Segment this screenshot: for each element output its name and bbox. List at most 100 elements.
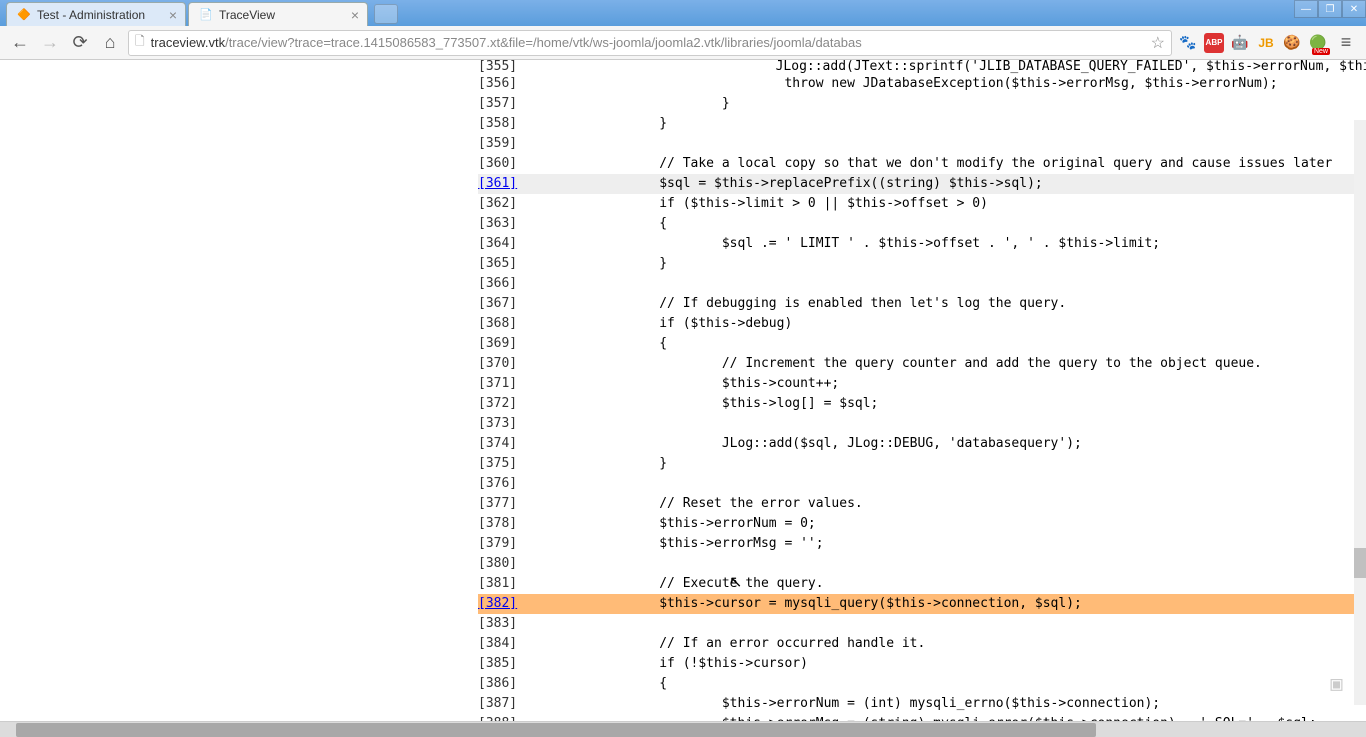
code-line: [358] } (478, 114, 1366, 134)
tab-traceview[interactable]: 📄 TraceView × (188, 2, 368, 26)
code-text: $this->errorMsg = ''; (534, 534, 824, 554)
code-line: [383] (478, 614, 1366, 634)
code-line: [355] JLog::add(JText::sprintf('JLIB_DAT… (478, 60, 1366, 74)
line-number: [373] (478, 414, 534, 434)
code-text: if ($this->debug) (534, 314, 792, 334)
menu-button[interactable]: ≡ (1334, 31, 1358, 55)
android-extension-icon[interactable]: 🤖 (1230, 33, 1250, 53)
code-text: // If debugging is enabled then let's lo… (534, 294, 1066, 314)
line-number: [356] (478, 74, 534, 94)
line-number: [369] (478, 334, 534, 354)
extension-icon[interactable]: 🐾 (1178, 33, 1198, 53)
code-text: // Execute the query. (534, 574, 824, 594)
code-line: [375] } (478, 454, 1366, 474)
line-number: [368] (478, 314, 534, 334)
close-icon[interactable]: × (351, 7, 359, 23)
line-number: [362] (478, 194, 534, 214)
cookie-extension-icon[interactable]: 🍪 (1282, 33, 1302, 53)
line-number: [387] (478, 694, 534, 714)
code-text: $sql = $this->replacePrefix((string) $th… (534, 174, 1043, 194)
scrollbar-thumb[interactable] (1354, 548, 1366, 578)
code-line: [369] { (478, 334, 1366, 354)
code-text: JLog::add($sql, JLog::DEBUG, 'databasequ… (534, 434, 1082, 454)
code-text: // Take a local copy so that we don't mo… (534, 154, 1332, 174)
line-number[interactable]: [361] (478, 174, 534, 194)
tab-title: Test - Administration (37, 8, 145, 22)
code-text: { (534, 334, 667, 354)
home-button[interactable]: ⌂ (98, 31, 122, 55)
abp-extension-icon[interactable]: ABP (1204, 33, 1224, 53)
code-line: [363] { (478, 214, 1366, 234)
line-number: [363] (478, 214, 534, 234)
line-number: [372] (478, 394, 534, 414)
code-line: [364] $sql .= ' LIMIT ' . $this->offset … (478, 234, 1366, 254)
line-number: [364] (478, 234, 534, 254)
code-line: [374] JLog::add($sql, JLog::DEBUG, 'data… (478, 434, 1366, 454)
line-number: [384] (478, 634, 534, 654)
joomla-favicon: 🔶 (17, 8, 31, 22)
url-text: traceview.vtk/trace/view?trace=trace.141… (151, 35, 1147, 50)
reload-button[interactable]: ⟳ (68, 31, 92, 55)
code-line: [382] $this->cursor = mysqli_query($this… (478, 594, 1366, 614)
code-text: $sql .= ' LIMIT ' . $this->offset . ', '… (534, 234, 1160, 254)
line-number: [371] (478, 374, 534, 394)
vertical-scrollbar[interactable] (1354, 120, 1366, 705)
window-controls: — ❐ ✕ (1294, 0, 1366, 18)
maximize-button[interactable]: ❐ (1318, 0, 1342, 18)
code-text: } (534, 114, 667, 134)
forward-button[interactable]: → (38, 31, 62, 55)
line-number: [381] (478, 574, 534, 594)
line-number: [359] (478, 134, 534, 154)
code-line: [385] if (!$this->cursor) (478, 654, 1366, 674)
code-line: [368] if ($this->debug) (478, 314, 1366, 334)
close-button[interactable]: ✕ (1342, 0, 1366, 18)
code-text: $this->cursor = mysqli_query($this->conn… (534, 594, 1082, 614)
code-text: $this->errorNum = (int) mysqli_errno($th… (534, 694, 1160, 714)
scrollbar-thumb[interactable] (16, 723, 1096, 737)
line-number: [376] (478, 474, 534, 494)
line-number: [378] (478, 514, 534, 534)
code-line: [380] (478, 554, 1366, 574)
code-line: [372] $this->log[] = $sql; (478, 394, 1366, 414)
code-line: [361] $sql = $this->replacePrefix((strin… (478, 174, 1366, 194)
line-number[interactable]: [382] (478, 594, 534, 614)
code-line: [384] // If an error occurred handle it. (478, 634, 1366, 654)
code-line: [376] (478, 474, 1366, 494)
code-text: $this->errorMsg = (string) mysqli_error(… (534, 714, 1317, 721)
back-button[interactable]: ← (8, 31, 32, 55)
code-line: [379] $this->errorMsg = ''; (478, 534, 1366, 554)
line-number: [370] (478, 354, 534, 374)
address-bar[interactable]: 🗋 traceview.vtk/trace/view?trace=trace.1… (128, 30, 1172, 56)
code-line: [359] (478, 134, 1366, 154)
line-number: [367] (478, 294, 534, 314)
bookmark-icon[interactable]: ☆ (1151, 33, 1165, 53)
line-number: [377] (478, 494, 534, 514)
code-line: [373] (478, 414, 1366, 434)
code-line: [370] // Increment the query counter and… (478, 354, 1366, 374)
code-text: } (534, 254, 667, 274)
line-number: [379] (478, 534, 534, 554)
page-content: [355] JLog::add(JText::sprintf('JLIB_DAT… (0, 60, 1366, 721)
code-line: [386] { (478, 674, 1366, 694)
line-number: [358] (478, 114, 534, 134)
minimize-button[interactable]: — (1294, 0, 1318, 18)
line-number: [374] (478, 434, 534, 454)
code-line: [365] } (478, 254, 1366, 274)
horizontal-scrollbar[interactable] (0, 721, 1366, 737)
code-line: [371] $this->count++; (478, 374, 1366, 394)
line-number: [386] (478, 674, 534, 694)
line-number: [365] (478, 254, 534, 274)
tab-test-administration[interactable]: 🔶 Test - Administration × (6, 2, 186, 26)
code-line: [357] } (478, 94, 1366, 114)
jb-extension-icon[interactable]: JB (1256, 33, 1276, 53)
page-favicon: 📄 (199, 8, 213, 22)
line-number: [375] (478, 454, 534, 474)
new-tab-button[interactable] (374, 4, 398, 24)
tab-title: TraceView (219, 8, 275, 22)
line-number: [385] (478, 654, 534, 674)
code-text: $this->log[] = $sql; (534, 394, 878, 414)
browser-titlebar: 🔶 Test - Administration × 📄 TraceView × … (0, 0, 1366, 26)
new-extension-icon[interactable]: 🟢New (1308, 33, 1328, 53)
code-line: [381] // Execute the query. (478, 574, 1366, 594)
close-icon[interactable]: × (169, 7, 177, 23)
